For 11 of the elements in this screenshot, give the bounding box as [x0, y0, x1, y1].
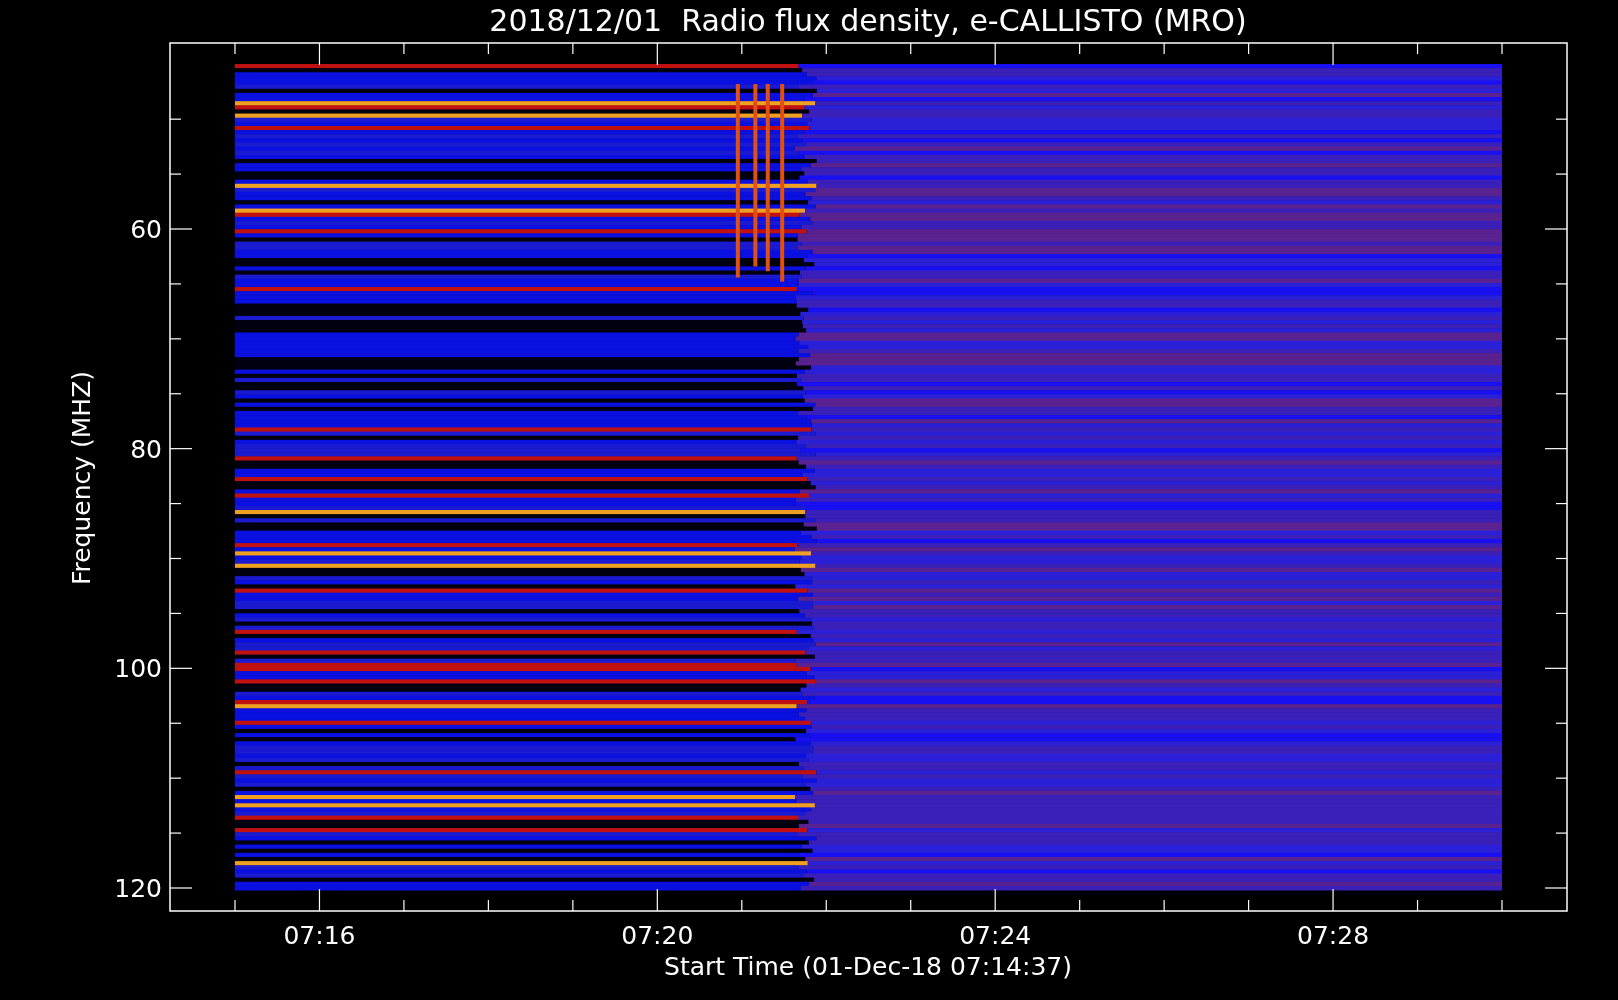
- y-tick-label: 120: [114, 874, 162, 903]
- x-tick-label: 07:16: [283, 921, 356, 950]
- y-tick-label: 60: [130, 215, 162, 244]
- x-tick-label: 07:24: [959, 921, 1032, 950]
- x-tick-label: 07:28: [1297, 921, 1370, 950]
- x-axis-label: Start Time (01-Dec-18 07:14:37): [664, 952, 1072, 981]
- y-tick-label: 100: [114, 654, 162, 684]
- plot-title: 2018/12/01 Radio flux density, e-CALLISTO (MRO): [489, 3, 1247, 38]
- y-tick-label: 80: [130, 434, 162, 464]
- x-tick-label: 07:20: [621, 921, 694, 950]
- y-axis-label: Frequency (MHZ): [67, 370, 96, 586]
